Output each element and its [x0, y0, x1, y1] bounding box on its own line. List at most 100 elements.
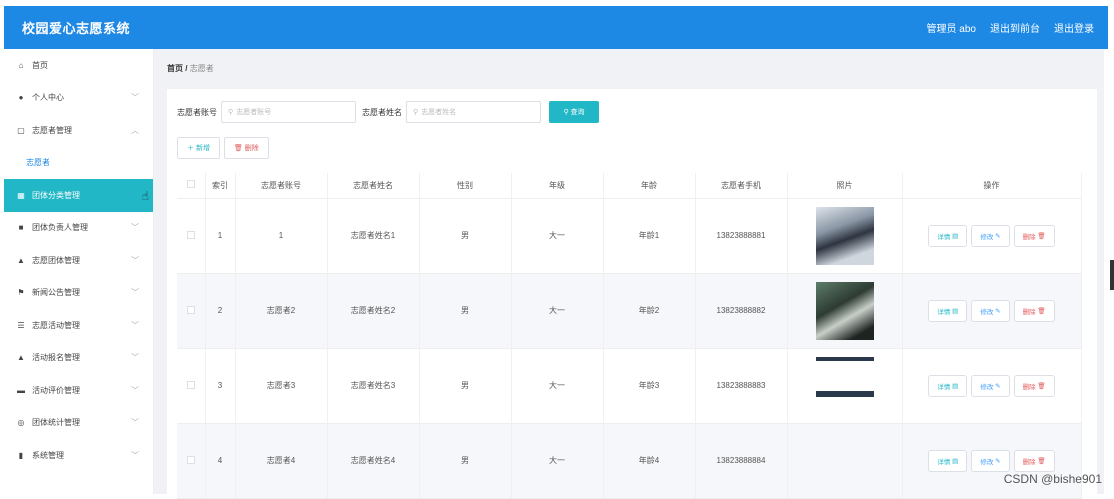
- search-bar: 志愿者账号 ⚲ 志愿者账号 志愿者姓名 ⚲ 志愿者姓名 ⚲ 查询: [177, 101, 599, 123]
- sidebar-item-review[interactable]: ▬ 活动评价管理 ﹀: [4, 374, 153, 407]
- chevron-down-icon: ﹀: [131, 385, 139, 396]
- cell-name: 志愿者姓名4: [327, 423, 419, 498]
- action-buttons: ＋ 新增 🗑 删除: [177, 137, 269, 159]
- chevron-down-icon: ﹀: [131, 352, 139, 363]
- edit-button[interactable]: 修改 ✎: [971, 375, 1009, 397]
- user-icon: ●: [16, 93, 26, 103]
- delete-button[interactable]: 删除 🗑: [1014, 300, 1055, 322]
- grid-icon: ▦: [16, 190, 26, 200]
- sidebar-item-label: 活动评价管理: [32, 385, 80, 396]
- chevron-down-icon: ﹀: [131, 92, 139, 103]
- search-icon: ⚲: [228, 108, 233, 116]
- delete-label: 删除: [1023, 456, 1036, 466]
- delete-button[interactable]: 删除 🗑: [1014, 375, 1055, 397]
- cell-index: 4: [205, 423, 235, 498]
- delete-label: 删除: [1023, 381, 1036, 391]
- edit-button[interactable]: 修改 ✎: [971, 225, 1009, 247]
- sidebar-item-label: 团体负责人管理: [32, 222, 88, 233]
- cell-age: 年龄3: [603, 348, 695, 423]
- column-header: 年级: [511, 173, 603, 198]
- account-label: 志愿者账号: [177, 107, 217, 118]
- main-content: 首页 / 志愿者 志愿者账号 ⚲ 志愿者账号 志愿者姓名 ⚲ 志愿者姓名 ⚲ 查…: [154, 49, 1104, 494]
- logout-link[interactable]: 退出登录: [1054, 20, 1094, 35]
- bars-icon: ▮: [16, 450, 26, 460]
- circle-icon: ◎: [16, 418, 26, 428]
- sidebar-item-profile[interactable]: ● 个人中心 ﹀: [4, 82, 153, 115]
- cell-operations: 详情 ▤ 修改 ✎ 删除 🗑: [902, 348, 1081, 423]
- cell-gender: 男: [419, 198, 511, 273]
- column-header: 志愿者账号: [235, 173, 327, 198]
- sidebar-item-activity[interactable]: ☰ 志愿活动管理 ﹀: [4, 309, 153, 342]
- sidebar-item-home[interactable]: ⌂ 首页: [4, 49, 153, 82]
- delete-button[interactable]: 删除 🗑: [1014, 450, 1055, 472]
- delete-label: 删除: [1023, 231, 1036, 241]
- volunteer-photo: [816, 357, 874, 415]
- column-header: 操作: [902, 173, 1081, 198]
- flag-icon: ⚑: [16, 288, 26, 298]
- delete-button[interactable]: 删除 🗑: [1014, 225, 1055, 247]
- sidebar-item-label: 志愿活动管理: [32, 320, 80, 331]
- batch-delete-button[interactable]: 🗑 删除: [224, 137, 269, 159]
- breadcrumb-home[interactable]: 首页: [167, 64, 183, 73]
- sidebar-item-news[interactable]: ⚑ 新闻公告管理 ﹀: [4, 277, 153, 310]
- sidebar-subitem-volunteer[interactable]: 志愿者: [4, 147, 153, 180]
- edit-label: 修改: [980, 306, 993, 316]
- add-button[interactable]: ＋ 新增: [177, 137, 220, 159]
- chevron-down-icon: ﹀: [131, 320, 139, 331]
- sidebar-item-volunteer-mgmt[interactable]: ▢ 志愿者管理 ︿: [4, 114, 153, 147]
- cell-photo: [787, 423, 902, 498]
- column-header: 志愿者姓名: [327, 173, 419, 198]
- detail-button[interactable]: 详情 ▤: [928, 450, 967, 472]
- cell-name: 志愿者姓名3: [327, 348, 419, 423]
- cell-grade: 大一: [511, 423, 603, 498]
- detail-button[interactable]: 详情 ▤: [928, 375, 967, 397]
- trash-icon: 🗑: [234, 144, 245, 152]
- cell-phone: 13823888881: [695, 198, 787, 273]
- sidebar-item-label: 志愿者: [26, 157, 50, 168]
- select-all-checkbox[interactable]: [177, 173, 205, 198]
- cell-phone: 13823888883: [695, 348, 787, 423]
- book-icon: ▬: [16, 385, 26, 395]
- sidebar-item-group-leader[interactable]: ■ 团体负责人管理 ﹀: [4, 212, 153, 245]
- cell-operations: 详情 ▤ 修改 ✎ 删除 🗑: [902, 198, 1081, 273]
- cell-index: 3: [205, 348, 235, 423]
- detail-button[interactable]: 详情 ▤: [928, 300, 967, 322]
- detail-button[interactable]: 详情 ▤: [928, 225, 967, 247]
- sidebar-item-statistics[interactable]: ◎ 团体统计管理 ﹀: [4, 407, 153, 440]
- cell-photo: [787, 273, 902, 348]
- sidebar-item-signup[interactable]: ▲ 活动报名管理 ﹀: [4, 342, 153, 375]
- cell-account: 志愿者4: [235, 423, 327, 498]
- row-checkbox[interactable]: [177, 198, 205, 273]
- cell-operations: 详情 ▤ 修改 ✎ 删除 🗑: [902, 423, 1081, 498]
- chevron-down-icon: ﹀: [131, 287, 139, 298]
- sidebar-item-system[interactable]: ▮ 系统管理 ﹀: [4, 439, 153, 472]
- account-search-input[interactable]: ⚲ 志愿者账号: [221, 101, 356, 123]
- sidebar-item-label: 系统管理: [32, 450, 64, 461]
- row-checkbox[interactable]: [177, 423, 205, 498]
- chevron-down-icon: ﹀: [131, 450, 139, 461]
- sidebar-item-volunteer-group[interactable]: ▲ 志愿团体管理 ﹀: [4, 244, 153, 277]
- volunteer-photo: [816, 282, 874, 340]
- edit-button[interactable]: 修改 ✎: [971, 300, 1009, 322]
- plus-icon: ＋: [187, 143, 196, 153]
- query-button[interactable]: ⚲ 查询: [549, 101, 599, 123]
- edit-button[interactable]: 修改 ✎: [971, 450, 1009, 472]
- name-search-input[interactable]: ⚲ 志愿者姓名: [406, 101, 541, 123]
- scrollbar-handle[interactable]: [1110, 260, 1114, 290]
- sidebar-item-group-category[interactable]: ▦ 团体分类管理 ☝: [4, 179, 153, 212]
- breadcrumb-separator: /: [185, 64, 187, 73]
- chevron-up-icon: ︿: [131, 125, 139, 136]
- chevron-down-icon: ﹀: [131, 222, 139, 233]
- cell-age: 年龄1: [603, 198, 695, 273]
- column-header: 性别: [419, 173, 511, 198]
- cell-gender: 男: [419, 348, 511, 423]
- row-checkbox[interactable]: [177, 273, 205, 348]
- back-to-front-link[interactable]: 退出到前台: [990, 20, 1040, 35]
- cell-grade: 大一: [511, 273, 603, 348]
- delete-label: 删除: [1023, 306, 1036, 316]
- cell-account: 志愿者3: [235, 348, 327, 423]
- add-button-label: 新增: [196, 143, 210, 153]
- copy-icon: ▢: [16, 125, 26, 135]
- cell-index: 1: [205, 198, 235, 273]
- row-checkbox[interactable]: [177, 348, 205, 423]
